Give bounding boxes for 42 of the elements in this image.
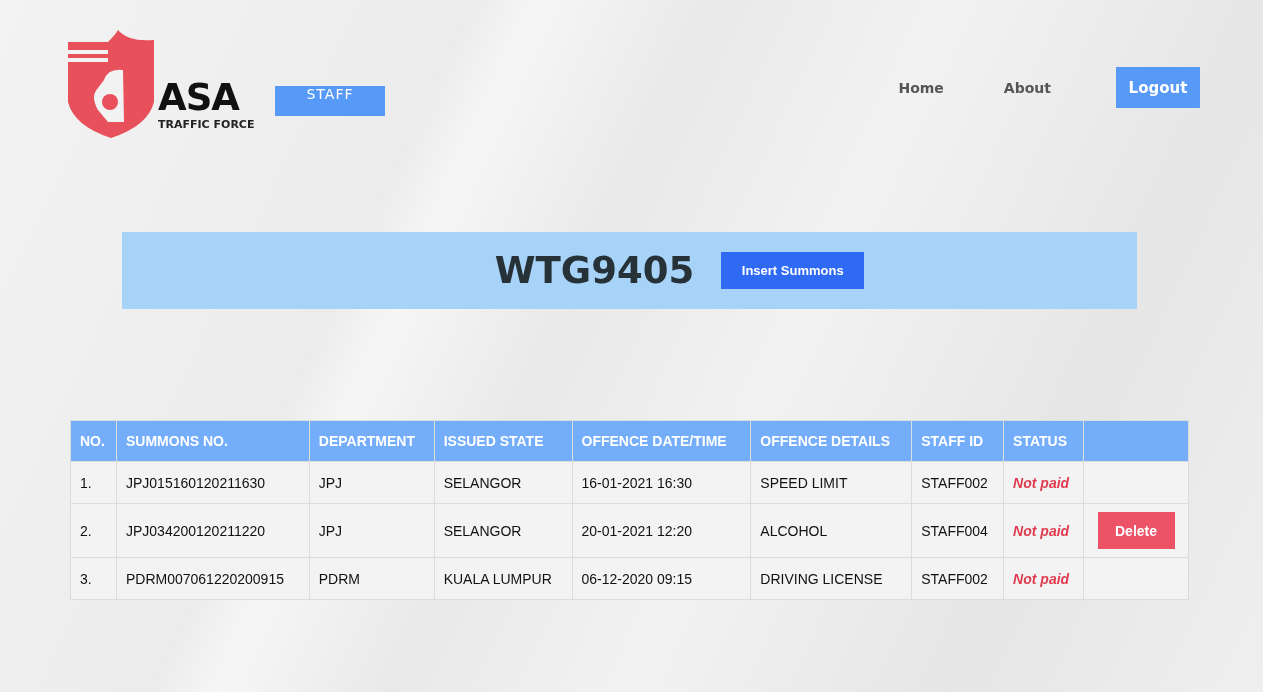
logo-tagline: TRAFFIC FORCE [158, 118, 255, 132]
table-cell: ALCOHOL [750, 503, 912, 558]
table-cell: PDRM [309, 557, 435, 600]
logout-button[interactable]: Logout [1116, 67, 1200, 108]
insert-summons-button[interactable]: Insert Summons [721, 252, 865, 289]
column-header: SUMMONS NO. [116, 420, 310, 462]
column-header: NO. [70, 420, 117, 462]
column-header: ISSUED STATE [434, 420, 572, 462]
plate-number: WTG9405 [494, 249, 695, 292]
table-cell: JPJ015160120211630 [116, 461, 310, 504]
column-header: STAFF ID [911, 420, 1004, 462]
table-cell: 3. [70, 557, 117, 600]
table-cell: PDRM007061220200915 [116, 557, 310, 600]
table-cell: STAFF004 [911, 503, 1004, 558]
table-cell: SPEED LIMIT [750, 461, 912, 504]
table-cell: 06-12-2020 09:15 [572, 557, 751, 600]
table-cell: JPJ [309, 503, 435, 558]
table-cell: 1. [70, 461, 117, 504]
table-cell: KUALA LUMPUR [434, 557, 572, 600]
shield-logo-icon [68, 30, 154, 138]
table-cell: SELANGOR [434, 461, 572, 504]
table-cell: STAFF002 [911, 461, 1004, 504]
delete-button[interactable]: Delete [1097, 512, 1175, 549]
column-header: STATUS [1003, 420, 1084, 462]
nav-link[interactable]: Home [898, 79, 944, 96]
role-badge: STAFF [275, 86, 385, 116]
column-header: OFFENCE DATE/TIME [572, 420, 751, 462]
table-cell: JPJ [309, 461, 435, 504]
table-cell: 20-01-2021 12:20 [572, 503, 751, 558]
table-cell: JPJ034200120211220 [116, 503, 310, 558]
column-header: DEPARTMENT [309, 420, 435, 462]
table-cell: 2. [70, 503, 117, 558]
status-text: Not paid [1003, 503, 1084, 558]
table-cell: STAFF002 [911, 557, 1004, 600]
table-cell: SELANGOR [434, 503, 572, 558]
table-cell: 16-01-2021 16:30 [572, 461, 751, 504]
table-cell: DRIVING LICENSE [750, 557, 912, 600]
column-header: OFFENCE DETAILS [750, 420, 912, 462]
status-text: Not paid [1003, 557, 1084, 600]
logo-text: ASA [158, 78, 239, 118]
nav-link[interactable]: About [1003, 79, 1051, 96]
status-text: Not paid [1003, 461, 1084, 504]
